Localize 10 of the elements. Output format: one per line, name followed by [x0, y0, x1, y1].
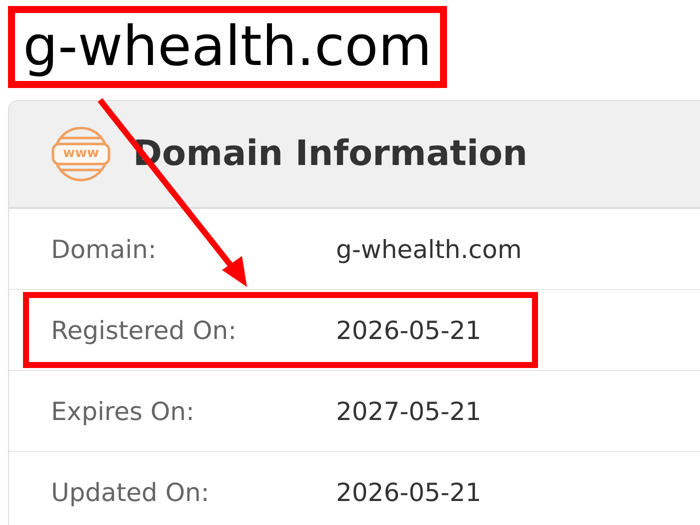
field-value: 2026-05-21 [336, 316, 482, 344]
field-value: 2026-05-21 [336, 478, 482, 506]
field-value: 2027-05-21 [336, 396, 482, 426]
field-value: g-whealth.com [336, 234, 522, 264]
field-label: Expires On: [51, 396, 196, 426]
field-label: Registered On: [51, 316, 238, 344]
field-label: Domain: [51, 234, 158, 264]
site-title: g-whealth.com [8, 6, 447, 88]
field-label: Updated On: [51, 478, 210, 506]
globe-icon: www [51, 124, 111, 184]
